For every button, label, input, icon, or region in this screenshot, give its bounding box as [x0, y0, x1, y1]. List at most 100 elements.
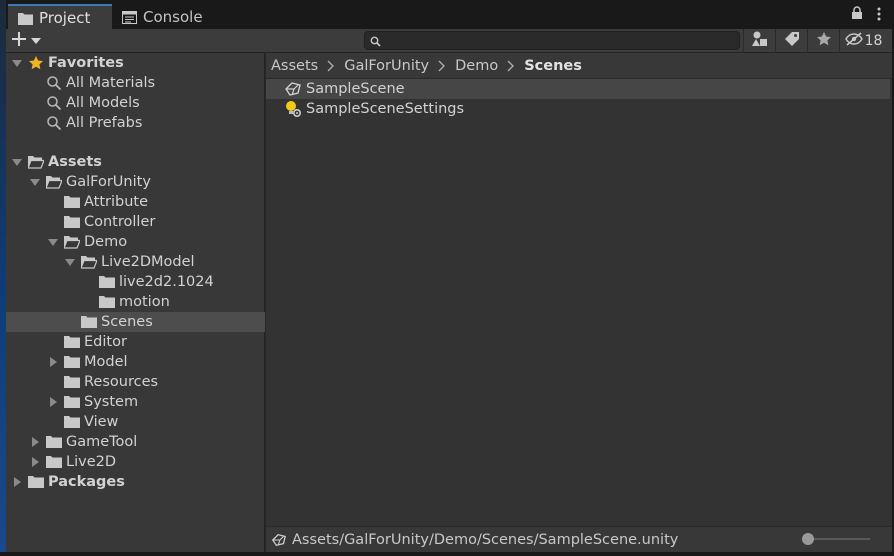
expand-arrow-icon[interactable]: [48, 357, 58, 367]
tree-item-label: GameTool: [66, 434, 138, 450]
tree-item-label: Scenes: [101, 314, 153, 330]
search-by-label-button[interactable]: [775, 29, 807, 53]
folder-icon: [64, 195, 80, 209]
tree-item-model[interactable]: Model: [6, 352, 265, 372]
star-icon: [28, 55, 44, 71]
slider-knob[interactable]: [802, 533, 814, 545]
create-button[interactable]: [10, 30, 48, 51]
search-icon: [46, 95, 62, 111]
tree-item-demo[interactable]: Demo: [6, 232, 265, 252]
console-icon: [122, 10, 137, 24]
tree-item-attribute[interactable]: Attribute: [6, 192, 265, 212]
breadcrumb: Assets GalForUnity Demo Scenes: [266, 53, 892, 79]
folder-icon: [28, 475, 44, 489]
favorite-item-label: All Materials: [66, 75, 156, 91]
tree-item-assets[interactable]: Assets: [6, 152, 265, 172]
tab-project[interactable]: Project: [8, 4, 112, 29]
folder-icon: [64, 215, 80, 229]
folder-icon: [64, 395, 80, 409]
chevron-down-icon: [31, 33, 41, 49]
expand-arrow-icon[interactable]: [30, 437, 40, 447]
tree-item-live2d2-1024[interactable]: live2d2.1024: [6, 272, 265, 292]
tree-item-view[interactable]: View: [6, 412, 265, 432]
expand-arrow-icon[interactable]: [30, 177, 40, 187]
tree-item-controller[interactable]: Controller: [6, 212, 265, 232]
tree-item-scenes[interactable]: Scenes: [6, 312, 265, 332]
asset-item-label: SampleSceneSettings: [306, 101, 465, 117]
tree-item-resources[interactable]: Resources: [6, 372, 265, 392]
tree-item-galforunity[interactable]: GalForUnity: [6, 172, 265, 192]
eye-slash-icon: [844, 32, 863, 50]
folder-tree: Favorites All Materials All Models All P…: [6, 53, 265, 552]
favorite-item-label: All Models: [66, 95, 140, 111]
search-icon: [46, 75, 62, 91]
tree-item-label: Resources: [84, 374, 159, 390]
tree-item-label: Live2D: [66, 454, 116, 470]
tree-item-label: motion: [119, 294, 170, 310]
expand-arrow-icon[interactable]: [48, 397, 58, 407]
favorite-item-all-prefabs[interactable]: All Prefabs: [6, 113, 265, 133]
project-window: Project Console 18 Favorites All Materia…: [6, 0, 892, 552]
chevron-right-icon: [324, 60, 338, 72]
folder-open-icon: [80, 255, 98, 269]
breadcrumb-item-demo[interactable]: Demo: [455, 58, 498, 74]
breadcrumb-item-assets[interactable]: Assets: [271, 58, 318, 74]
folder-open-icon: [63, 235, 81, 249]
favorite-item-label: All Prefabs: [66, 115, 143, 131]
favorites-label: Favorites: [48, 55, 124, 71]
tree-item-live2d[interactable]: Live2D: [6, 452, 265, 472]
search-icon: [370, 35, 381, 51]
folder-icon: [64, 355, 80, 369]
tree-item-gametool[interactable]: GameTool: [6, 432, 265, 452]
folder-icon: [64, 375, 80, 389]
tab-bar: Project Console: [6, 0, 891, 29]
expand-arrow-icon[interactable]: [48, 237, 58, 247]
breadcrumb-item-galforunity[interactable]: GalForUnity: [344, 58, 429, 74]
tree-item-label: GalForUnity: [66, 174, 151, 190]
expand-arrow-icon[interactable]: [12, 58, 22, 68]
search-by-type-button[interactable]: [743, 29, 775, 53]
label-tag-icon: [784, 31, 800, 51]
status-bar: Assets/GalForUnity/Demo/Scenes/SampleSce…: [266, 526, 892, 552]
hidden-packages-toggle[interactable]: 18: [839, 29, 887, 53]
expand-arrow-icon[interactable]: [30, 457, 40, 467]
expand-arrow-icon[interactable]: [12, 477, 22, 487]
more-options-icon[interactable]: [876, 6, 882, 22]
tree-item-label: Assets: [48, 154, 102, 170]
favorite-item-all-models[interactable]: All Models: [6, 93, 265, 113]
asset-item-samplescenesettings[interactable]: SampleSceneSettings: [266, 99, 890, 119]
tree-item-editor[interactable]: Editor: [6, 332, 265, 352]
tree-item-label: System: [84, 394, 139, 410]
expand-arrow-icon[interactable]: [12, 157, 22, 167]
folder-icon: [99, 275, 115, 289]
window-bottom-edge: [0, 552, 894, 556]
tree-item-system[interactable]: System: [6, 392, 265, 412]
folder-icon: [64, 335, 80, 349]
lighting-settings-icon: [284, 100, 302, 118]
folder-icon: [18, 11, 33, 25]
tree-item-packages[interactable]: Packages: [6, 472, 265, 492]
lock-icon[interactable]: [851, 6, 863, 20]
search-input[interactable]: [364, 31, 740, 50]
tree-item-label: Editor: [84, 334, 127, 350]
tab-console[interactable]: Console: [112, 4, 220, 29]
folder-icon: [99, 295, 115, 309]
tree-item-live2dmodel[interactable]: Live2DModel: [6, 252, 265, 272]
breadcrumb-item-scenes[interactable]: Scenes: [524, 58, 582, 74]
unity-scene-icon: [271, 532, 287, 548]
favorites-header[interactable]: Favorites: [6, 53, 265, 73]
asset-item-label: SampleScene: [306, 81, 405, 97]
favorite-item-all-materials[interactable]: All Materials: [6, 73, 265, 93]
tree-item-label: Controller: [84, 214, 156, 230]
expand-arrow-icon[interactable]: [65, 257, 75, 267]
asset-item-samplescene[interactable]: SampleScene: [266, 79, 890, 99]
tree-item-motion[interactable]: motion: [6, 292, 265, 312]
favorites-button[interactable]: [807, 29, 839, 53]
tab-project-label: Project: [39, 8, 91, 27]
chevron-right-icon: [435, 60, 449, 72]
type-filter-icon: [751, 31, 768, 51]
tree-item-label: Demo: [84, 234, 128, 250]
icon-size-slider[interactable]: [802, 533, 870, 545]
folder-icon: [64, 415, 80, 429]
plus-icon: [10, 30, 28, 52]
